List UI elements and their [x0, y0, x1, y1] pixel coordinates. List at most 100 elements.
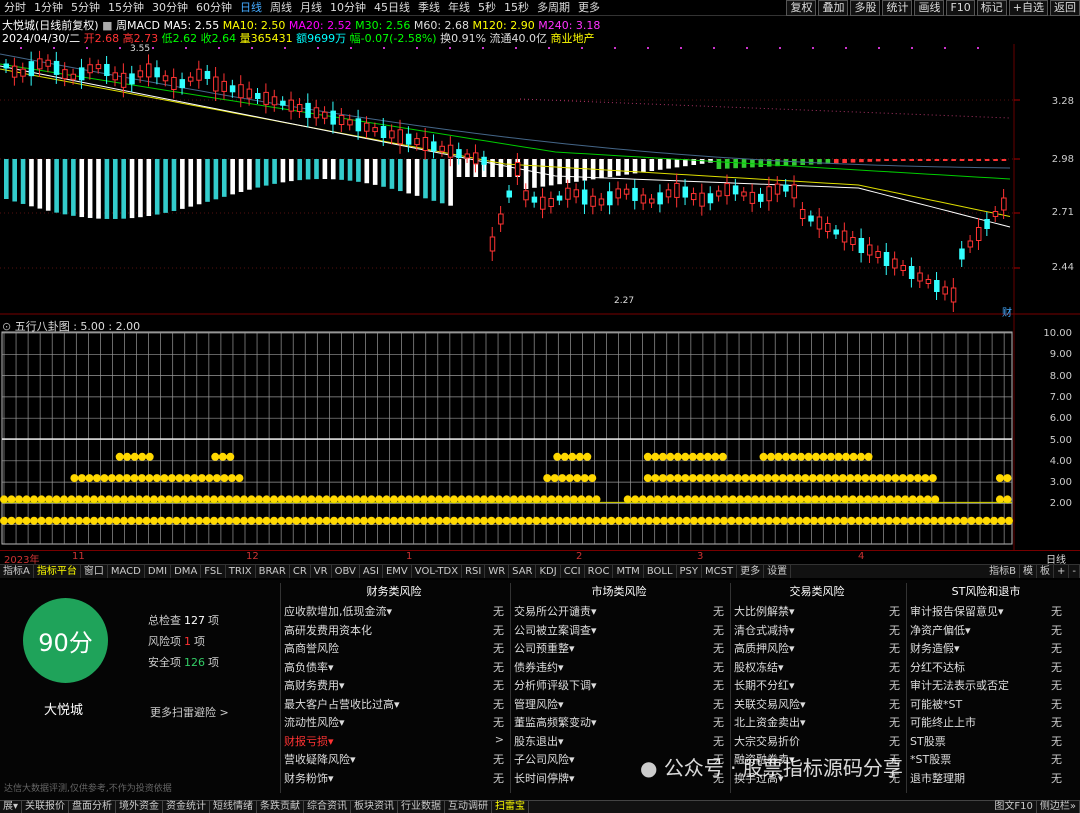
period-12[interactable]: 年线 — [444, 0, 474, 16]
risk-row[interactable]: 审计报告保留意见▾ 无 — [910, 603, 1062, 622]
bottom-tab-6[interactable]: 条跌贡献 — [257, 801, 305, 813]
risk-row[interactable]: 高商誉风险 无 — [284, 640, 504, 659]
indicator-tab-8[interactable]: BRAR — [256, 565, 290, 578]
period-0[interactable]: 分时 — [0, 0, 30, 16]
indicator-tab-1[interactable]: 指标平台 — [34, 565, 81, 578]
indicator-tab-4[interactable]: DMI — [145, 565, 172, 578]
indicator-b-tab-4[interactable]: - — [1069, 565, 1080, 578]
risk-row[interactable]: 高质押风险▾ 无 — [734, 640, 900, 659]
period-8[interactable]: 月线 — [296, 0, 326, 16]
bottom-tab-9[interactable]: 行业数据 — [398, 801, 446, 813]
indicator-tab-13[interactable]: EMV — [383, 565, 412, 578]
bottom-tab-3[interactable]: 境外资金 — [116, 801, 164, 813]
risk-row[interactable]: 分红不达标 无 — [910, 659, 1062, 678]
period-4[interactable]: 30分钟 — [148, 0, 192, 16]
period-15[interactable]: 多周期 — [533, 0, 574, 16]
period-5[interactable]: 60分钟 — [192, 0, 236, 16]
toolbar-button-0[interactable]: 复权 — [786, 0, 817, 16]
bottom-tab-10[interactable]: 互动调研 — [445, 801, 493, 813]
risk-row[interactable]: *ST股票 无 — [910, 751, 1062, 770]
risk-row[interactable]: 管理风险▾ 无 — [514, 696, 724, 715]
risk-row[interactable]: 清仓式减持▾ 无 — [734, 622, 900, 641]
risk-row[interactable]: 关联交易风险▾ 无 — [734, 696, 900, 715]
risk-row[interactable]: 最大客户占营收比过高▾ 无 — [284, 696, 504, 715]
risk-row[interactable]: 公司被立案调查▾ 无 — [514, 622, 724, 641]
toolbar-button-3[interactable]: 统计 — [882, 0, 913, 16]
risk-row[interactable]: ST股票 无 — [910, 733, 1062, 752]
period-11[interactable]: 季线 — [414, 0, 444, 16]
risk-row[interactable]: 可能被*ST 无 — [910, 696, 1062, 715]
risk-row[interactable]: 财务粉饰▾ 无 — [284, 770, 504, 789]
indicator-tab-9[interactable]: CR — [290, 565, 311, 578]
indicator-tab-22[interactable]: BOLL — [644, 565, 677, 578]
risk-row[interactable]: 高财务费用▾ 无 — [284, 677, 504, 696]
indicator-tab-12[interactable]: ASI — [360, 565, 383, 578]
bottom-tab-1[interactable]: 关联报价 — [22, 801, 70, 813]
toolbar-button-5[interactable]: F10 — [946, 0, 975, 16]
risk-row[interactable]: 公司预重整▾ 无 — [514, 640, 724, 659]
indicator-b-tab-1[interactable]: 模 — [1020, 565, 1037, 578]
indicator-tab-5[interactable]: DMA — [171, 565, 202, 578]
indicator-tab-16[interactable]: WR — [485, 565, 510, 578]
risk-row[interactable]: 净资产偏低▾ 无 — [910, 622, 1062, 641]
indicator-tab-0[interactable]: 指标A — [0, 565, 34, 578]
risk-row[interactable]: 大宗交易折价 无 — [734, 733, 900, 752]
bottom-tab-0[interactable]: 展▾ — [0, 801, 23, 813]
period-14[interactable]: 15秒 — [500, 0, 533, 16]
period-1[interactable]: 1分钟 — [30, 0, 67, 16]
bottom-right-button-1[interactable]: 侧边栏» — [1037, 801, 1080, 813]
toolbar-button-7[interactable]: +自选 — [1008, 0, 1048, 16]
risk-row[interactable]: 营收疑降风险▾ 无 — [284, 751, 504, 770]
risk-row[interactable]: 交易所公开谴责▾ 无 — [514, 603, 724, 622]
indicator-tab-3[interactable]: MACD — [108, 565, 145, 578]
risk-row[interactable]: 长期不分红▾ 无 — [734, 677, 900, 696]
indicator-tab-6[interactable]: FSL — [201, 565, 226, 578]
toolbar-button-8[interactable]: 返回 — [1050, 0, 1080, 16]
risk-row[interactable]: 应收款增加,低现金流▾ 无 — [284, 603, 504, 622]
bottom-tab-4[interactable]: 资金统计 — [163, 801, 211, 813]
indicator-tab-14[interactable]: VOL-TDX — [412, 565, 463, 578]
risk-row[interactable]: 股东退出▾ 无 — [514, 733, 724, 752]
risk-row[interactable]: 财务造假▾ 无 — [910, 640, 1062, 659]
toolbar-button-1[interactable]: 叠加 — [818, 0, 849, 16]
risk-row[interactable]: 债券违约▾ 无 — [514, 659, 724, 678]
period-7[interactable]: 周线 — [266, 0, 296, 16]
indicator-tab-24[interactable]: MCST — [702, 565, 738, 578]
finance-marker[interactable]: 财 — [1002, 304, 1012, 319]
indicator-tab-2[interactable]: 窗口 — [81, 565, 108, 578]
indicator-tab-23[interactable]: PSY — [677, 565, 703, 578]
bottom-tab-2[interactable]: 盘面分析 — [69, 801, 117, 813]
bottom-tab-5[interactable]: 短线情绪 — [210, 801, 258, 813]
toolbar-button-6[interactable]: 标记 — [976, 0, 1007, 16]
risk-row[interactable]: 财报亏损▾ > — [284, 733, 504, 752]
bottom-right-button-0[interactable]: 图文F10 — [991, 801, 1037, 813]
period-16[interactable]: 更多 — [574, 0, 604, 16]
chart-area[interactable] — [0, 44, 1080, 550]
period-9[interactable]: 10分钟 — [326, 0, 370, 16]
risk-row[interactable]: 高研发费用资本化 无 — [284, 622, 504, 641]
risk-row[interactable]: 高负债率▾ 无 — [284, 659, 504, 678]
indicator-tab-7[interactable]: TRIX — [226, 565, 256, 578]
risk-row[interactable]: 大比例解禁▾ 无 — [734, 603, 900, 622]
risk-row[interactable]: 分析师评级下调▾ 无 — [514, 677, 724, 696]
indicator-tab-17[interactable]: SAR — [509, 565, 537, 578]
toolbar-button-4[interactable]: 画线 — [914, 0, 945, 16]
bottom-tab-8[interactable]: 板块资讯 — [351, 801, 399, 813]
risk-row[interactable]: 董监高频繁变动▾ 无 — [514, 714, 724, 733]
period-10[interactable]: 45日线 — [370, 0, 414, 16]
period-3[interactable]: 15分钟 — [104, 0, 148, 16]
indicator-tab-10[interactable]: VR — [311, 565, 332, 578]
risk-row[interactable]: 审计无法表示或否定 无 — [910, 677, 1062, 696]
settings-icon[interactable]: ⊙ — [2, 320, 11, 333]
more-scan-link[interactable]: 更多扫雷避险 > — [150, 704, 229, 720]
period-6[interactable]: 日线 — [236, 0, 266, 16]
toolbar-button-2[interactable]: 多股 — [850, 0, 881, 16]
indicator-tab-20[interactable]: ROC — [585, 565, 614, 578]
indicator-b-tab-2[interactable]: 板 — [1037, 565, 1054, 578]
period-13[interactable]: 5秒 — [474, 0, 500, 16]
indicator-tab-11[interactable]: OBV — [332, 565, 360, 578]
indicator-tab-19[interactable]: CCI — [561, 565, 585, 578]
indicator-tab-25[interactable]: 更多 — [737, 565, 765, 578]
period-2[interactable]: 5分钟 — [67, 0, 104, 16]
risk-row[interactable]: 退市整理期 无 — [910, 770, 1062, 789]
